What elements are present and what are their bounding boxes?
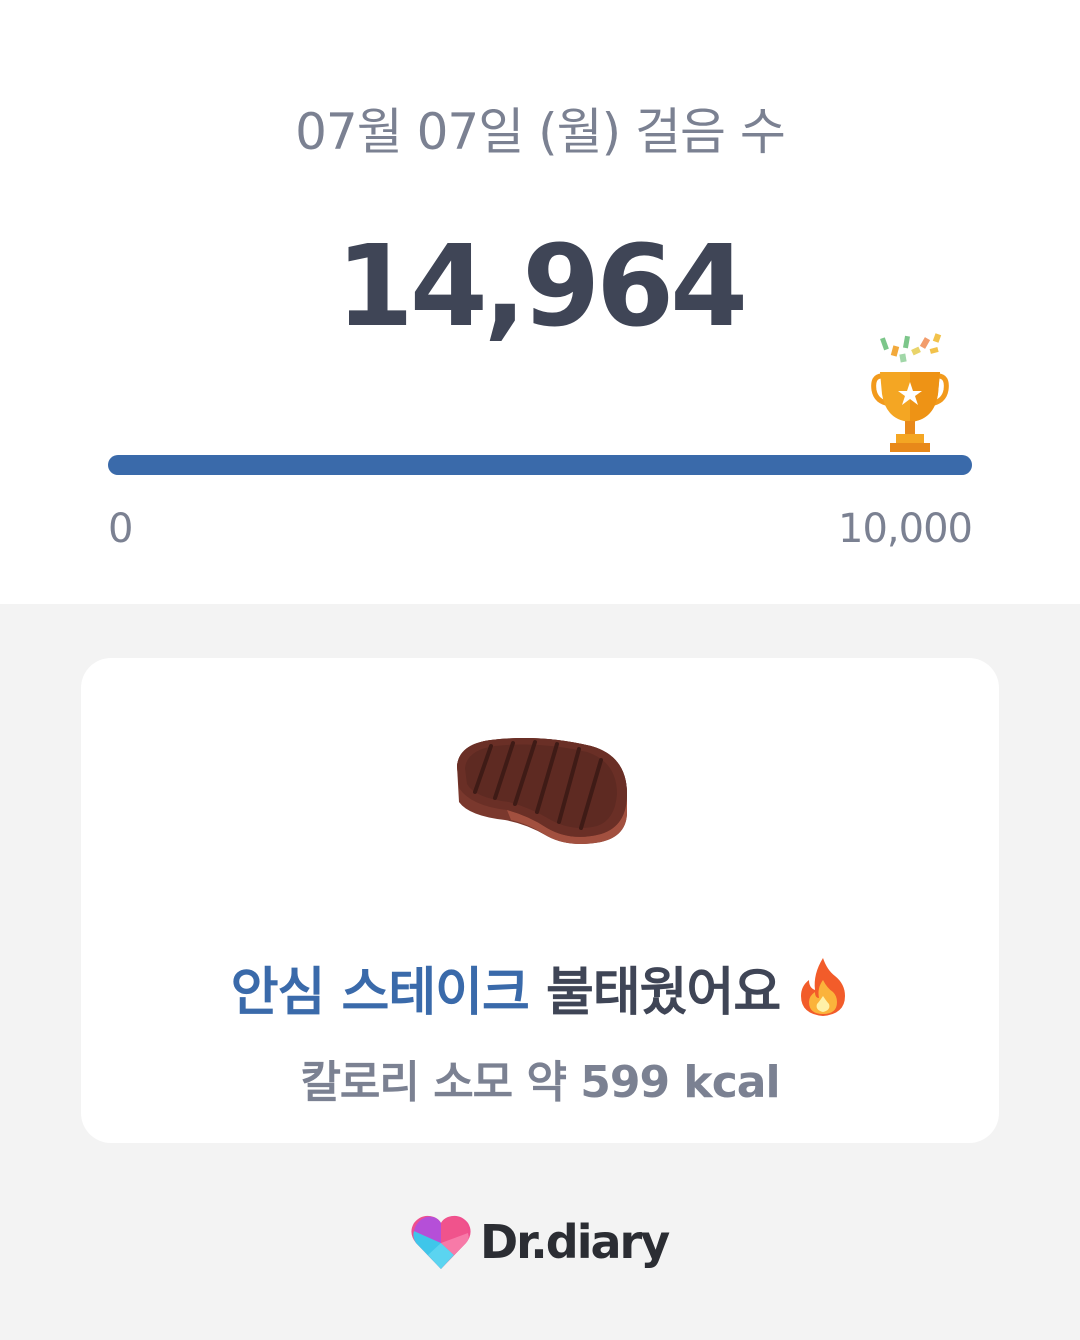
progress-min-label: 0	[108, 506, 134, 552]
burned-food-message: 안심 스테이크 불태웠어요	[81, 950, 999, 1025]
brand-footer: Dr.diary	[410, 1212, 670, 1272]
steak-icon	[457, 738, 627, 844]
food-name: 안심 스테이크	[230, 963, 530, 1023]
calorie-burned-text: 칼로리 소모 약 599 kcal	[300, 1057, 780, 1108]
step-summary-section: 07월 07일 (월) 걸음 수 14,964 0 10,000	[0, 0, 1080, 604]
page-title: 07월 07일 (월) 걸음 수	[295, 103, 786, 161]
brand-name: Dr.diary	[480, 1215, 670, 1269]
calorie-card: 안심 스테이크 불태웠어요 칼로리 소모 약 599 kcal	[81, 658, 999, 1143]
progress-goal-label: 10,000	[838, 506, 973, 552]
step-progress-fill	[108, 455, 972, 475]
fire-icon	[801, 958, 846, 1016]
step-progress-bar	[108, 455, 972, 475]
trophy-icon	[871, 333, 949, 452]
burned-text: 불태웠어요	[545, 963, 781, 1023]
heart-logo-icon	[411, 1215, 471, 1269]
